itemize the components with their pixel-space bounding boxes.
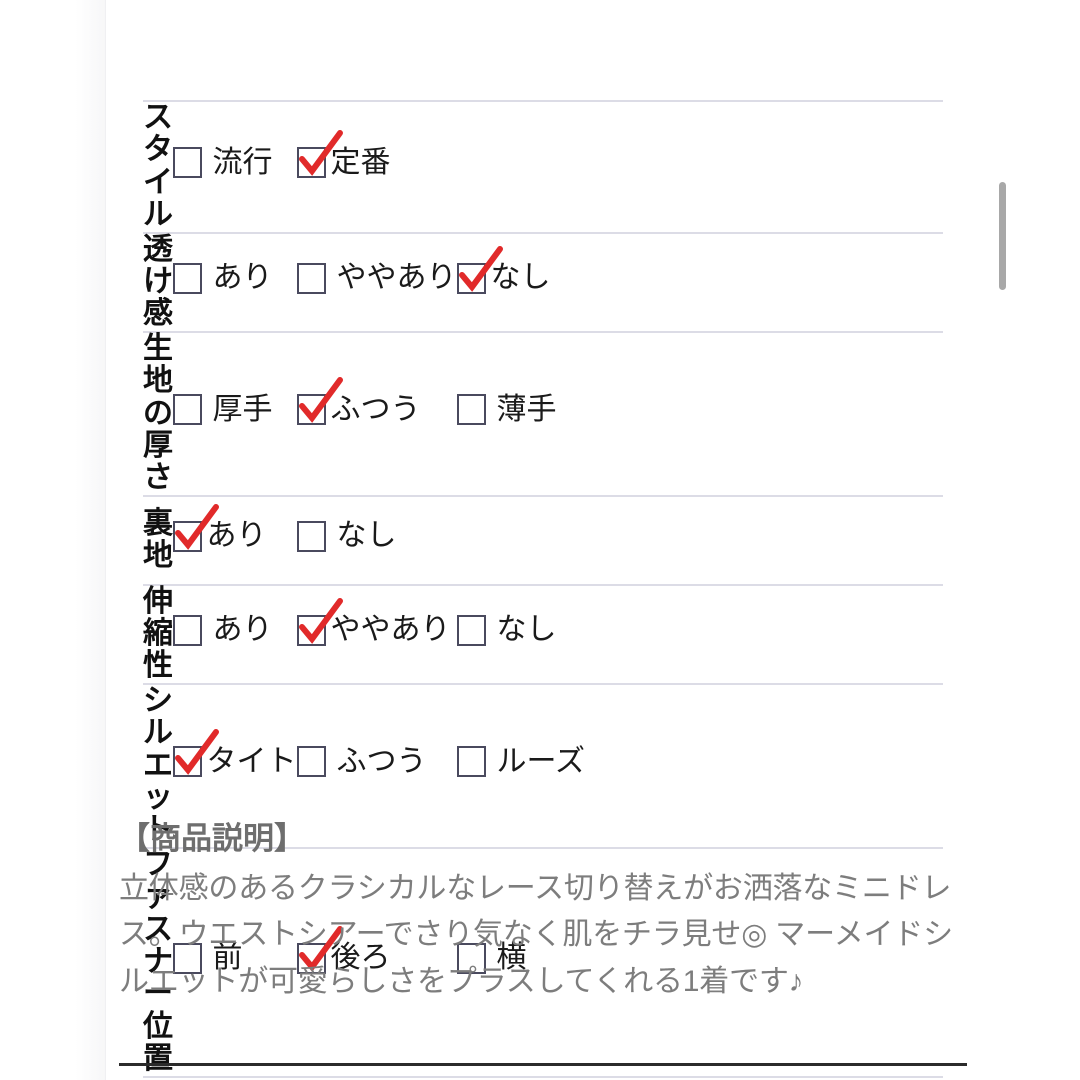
checked-checkbox-icon[interactable] [172,729,219,778]
checkbox-option-label: なし [336,519,397,553]
checkbox-option[interactable]: 薄手 [456,392,557,426]
checked-checkbox-icon[interactable] [456,245,503,294]
spec-option-cell: なし [296,496,457,585]
content-pane: スタイル 流行 定番 透け感 あり ややあり なし 生地の厚さ 厚手 ふつう 薄手 裏地 あり なし 伸縮性… [105,0,1080,1080]
spec-option-cell: なし [456,585,586,684]
checkbox-option-label: 薄手 [496,392,557,426]
spec-row-spacer [585,1077,943,1080]
spec-option-cell: あり [172,496,297,585]
page-frame: スタイル 流行 定番 透け感 あり ややあり なし 生地の厚さ 厚手 ふつう 薄手 裏地 あり なし 伸縮性… [0,0,1080,1080]
spec-row: 透け感 あり ややあり なし [143,232,943,332]
unchecked-checkbox-icon[interactable] [172,614,202,646]
checkbox-option-label: 流行 [212,145,273,179]
checkbox-option-label: なし [496,613,557,647]
spec-option-cell: ややあり [296,585,457,684]
checkbox-option-checked[interactable]: ふつう [296,377,421,426]
spec-row-label: 生地の厚さ [143,331,173,495]
spec-option-cell: なし [456,233,586,332]
spec-row-spacer [585,101,943,233]
checked-checkbox-icon[interactable] [296,130,343,179]
spec-option-cell: あり [172,233,297,332]
product-description-block: 【商品説明】 立体感のあるクラシカルなレース切り替えがお洒落なミニドレス。ウエス… [119,820,969,1005]
checkbox-option-checked[interactable]: あり [172,503,267,553]
spec-row-label: 裏地 [143,506,173,573]
unchecked-checkbox-icon[interactable] [456,746,486,778]
checkbox-option-label: なし [490,261,551,295]
checkbox-option[interactable]: 厚手 [172,392,273,426]
unchecked-checkbox-icon[interactable] [456,614,486,646]
checkbox-option-label: ややあり [336,261,457,295]
checkbox-option[interactable]: ややあり [296,261,457,295]
checkbox-option-checked[interactable]: タイト [172,729,297,778]
unchecked-checkbox-icon[interactable] [172,394,202,426]
unchecked-checkbox-icon[interactable] [296,746,326,778]
checkbox-option[interactable]: なし [296,519,397,553]
checkbox-option[interactable]: あり [172,261,273,295]
spec-row: 伸縮性 あり ややあり なし [143,584,943,684]
spec-option-cell: あり [172,585,297,684]
checkbox-option-label: ふつう [330,392,421,426]
checkbox-option-label: あり [212,261,273,295]
spec-row: 裏地 あり なし [143,495,943,585]
spec-option-cell: 通年 [457,1077,586,1080]
spec-option-cell: A/W [297,1077,457,1080]
spec-row: 季節S/SA/W通年 [143,1076,943,1080]
checkbox-option[interactable]: なし [456,613,557,647]
checkbox-option[interactable]: 流行 [172,145,273,179]
spec-row-spacer [585,496,943,585]
spec-row-spacer [585,332,943,496]
spec-row-spacer [585,233,943,332]
checked-checkbox-icon[interactable] [172,503,219,552]
checkbox-option-label: ややあり [330,613,451,647]
checkbox-option-checked[interactable]: ややあり [296,597,451,647]
checkbox-option-label: あり [206,519,267,553]
checkbox-option-checked[interactable]: なし [456,245,551,295]
checkbox-option-checked[interactable]: 定番 [296,130,391,179]
spec-option-cell: S/S [173,1077,297,1080]
unchecked-checkbox-icon[interactable] [296,520,326,552]
checkbox-option[interactable]: あり [172,613,273,647]
product-description-heading: 【商品説明】 [119,821,305,856]
spec-row-label: 季節 [143,1077,173,1080]
spec-option-cell: 薄手 [456,332,586,496]
bottom-divider [119,1063,967,1066]
spec-row-spacer [585,585,943,684]
spec-option-cell: ふつう [296,332,457,496]
checkbox-option-label: 厚手 [212,392,273,426]
spec-option-cell: 厚手 [172,332,297,496]
spec-option-cell: 流行 [172,101,297,233]
unchecked-checkbox-icon[interactable] [296,262,326,294]
checkbox-option-label: ふつう [336,744,427,778]
spec-row: スタイル 流行 定番 [143,101,943,233]
checkbox-option-label: タイト [206,744,297,778]
spec-option-empty [457,496,586,585]
checkbox-option[interactable]: ルーズ [456,744,586,778]
checkbox-option-label: ルーズ [496,744,586,778]
checkbox-option[interactable]: ふつう [296,744,427,778]
spec-option-cell: ややあり [296,233,457,332]
checked-checkbox-icon[interactable] [296,377,343,426]
spec-row-label: スタイル [143,101,173,232]
spec-row: 生地の厚さ 厚手 ふつう 薄手 [143,331,943,496]
spec-row-label: 伸縮性 [143,584,173,683]
product-description-text: 立体感のあるクラシカルなレース切り替えがお洒落なミニドレス。ウエストシアーでさり… [119,871,953,998]
spec-row-label: 透け感 [143,232,173,331]
left-gutter [0,0,105,1080]
checkbox-option-label: 定番 [330,145,391,179]
spec-option-empty [457,101,586,233]
vertical-scrollbar-track[interactable] [996,0,1010,1080]
checkbox-option-label: あり [212,613,273,647]
unchecked-checkbox-icon[interactable] [456,394,486,426]
unchecked-checkbox-icon[interactable] [172,262,202,294]
checked-checkbox-icon[interactable] [296,597,343,646]
unchecked-checkbox-icon[interactable] [172,147,202,179]
spec-option-cell: 定番 [296,101,457,233]
vertical-scrollbar-thumb[interactable] [999,182,1006,290]
